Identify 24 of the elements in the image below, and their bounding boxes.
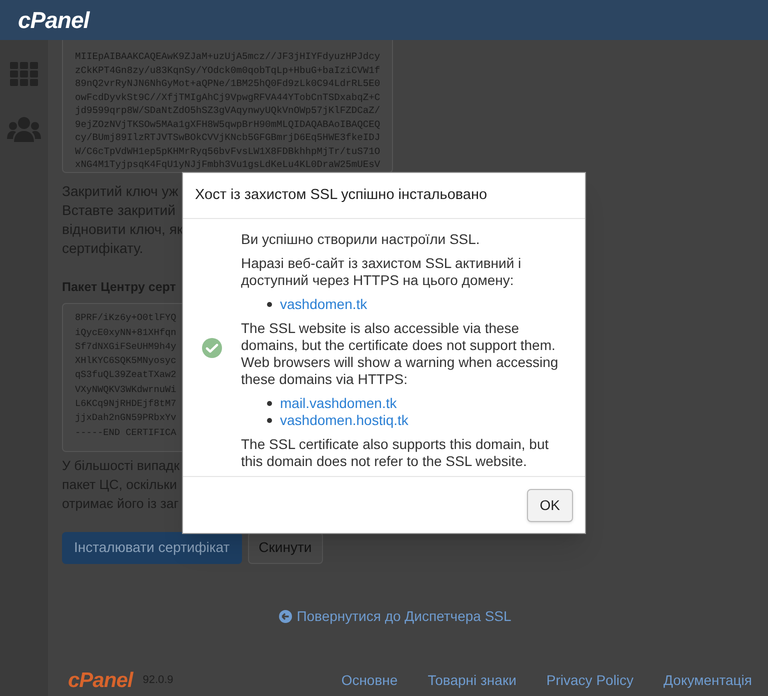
dialog-title: Хост із захистом SSL успішно інстальовано — [195, 186, 488, 205]
bullet-icon — [267, 401, 272, 406]
arrow-left-circle-icon — [278, 610, 292, 622]
bullet-icon — [267, 302, 272, 307]
footer-link[interactable]: Основне — [341, 670, 398, 691]
dialog-message: The SSL website is also accessible via these domains, but the certificate does not support them. Web browsers will show a warning when accessing these domains via HTTPS: — [241, 320, 560, 388]
success-check-icon — [202, 338, 222, 358]
domain-link[interactable]: vashdomen.tk — [280, 296, 368, 313]
users-icon[interactable] — [7, 116, 41, 142]
dialog-message: The SSL certificate also supports this domain, but this domain does not refer to the SSL website. — [241, 436, 550, 470]
domain-link[interactable]: vashdomen.hostiq.tk — [280, 412, 408, 429]
bullet-icon — [267, 418, 272, 423]
footer-link[interactable]: Privacy Policy — [546, 670, 634, 691]
cpanel-logo[interactable]: cPanel — [18, 2, 90, 38]
dialog-message: Наразі веб-сайт із захистом SSL активний і доступний через HTTPS на цього домену: — [241, 255, 522, 289]
install-button[interactable]: Інсталювати сертифікат — [62, 532, 242, 564]
grid-icon[interactable] — [10, 62, 38, 86]
back-link[interactable]: Повернутися до Диспетчера SSL — [278, 606, 512, 626]
cpanel-footer-logo: cPanel — [68, 668, 133, 694]
ok-button[interactable]: OK — [526, 488, 573, 522]
domain-link[interactable]: mail.vashdomen.tk — [280, 395, 397, 412]
dialog-message: Ви успішно створили настроїли SSL. — [241, 231, 481, 248]
footer-link[interactable]: Документація — [664, 670, 752, 691]
footer-link[interactable]: Товарні знаки — [428, 670, 516, 691]
